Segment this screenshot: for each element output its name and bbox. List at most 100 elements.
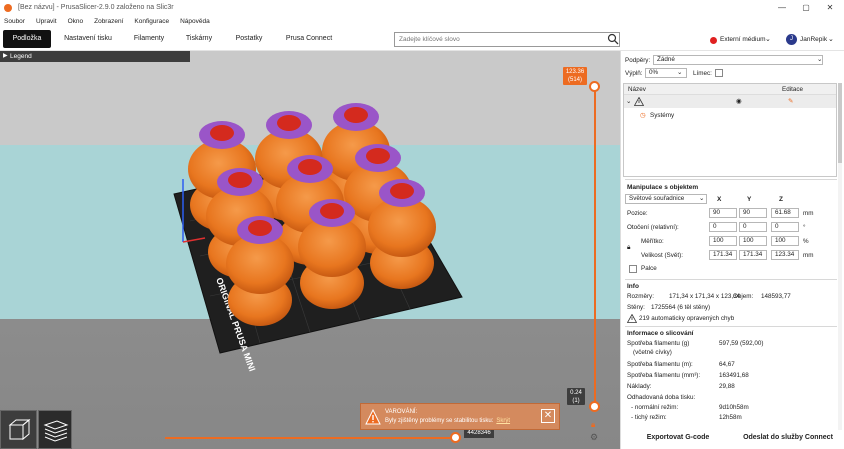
cube-icon xyxy=(8,418,31,441)
tab-bar: Podložka Nastavení tisku Filamenty Tiská… xyxy=(0,27,844,51)
menu-file[interactable]: Soubor xyxy=(4,18,25,25)
menu-help[interactable]: Nápověda xyxy=(180,18,210,25)
info-volume-value: 148593,77 xyxy=(761,293,791,300)
edit-icon[interactable]: ✎ xyxy=(788,97,793,106)
list-item[interactable]: ⌄ ◉ ✎ xyxy=(624,95,836,108)
axis-z-label: Z xyxy=(779,196,783,203)
minimize-button[interactable]: — xyxy=(770,0,794,15)
scale-z-field[interactable]: 100 xyxy=(771,236,799,246)
filament-mm3-value: 163491,68 xyxy=(719,372,749,379)
eye-icon[interactable]: ◉ xyxy=(736,97,742,106)
tab-filaments[interactable]: Filamenty xyxy=(126,30,172,48)
rotation-x-field[interactable]: 0 xyxy=(709,222,737,232)
scale-x-field[interactable]: 100 xyxy=(709,236,737,246)
scale-y-field[interactable]: 100 xyxy=(739,236,767,246)
expand-triangle-icon: ▶ xyxy=(3,53,8,59)
legend-toggle[interactable]: ▶ Legend xyxy=(0,51,190,62)
info-size-value: 171,34 x 171,34 x 123,34 xyxy=(669,293,741,300)
brim-checkbox[interactable] xyxy=(715,69,723,77)
sidebar: Podpěry: Žádné ⌄ Výplň: 0% ⌄ Límec: Náze… xyxy=(620,51,844,449)
filament-g-label: Spotřeba filamentu (g) xyxy=(627,340,690,347)
scale-label: Měřítko: xyxy=(641,238,664,245)
warning-hide-link[interactable]: Skrýt xyxy=(496,418,510,424)
move-slider-handle[interactable] xyxy=(450,432,461,443)
window-title: [Bez názvu] - PrusaSlicer-2.9.0 založeno… xyxy=(18,4,174,11)
silent-mode-label: - tichý režim: xyxy=(631,414,667,421)
column-editing: Editace xyxy=(782,86,804,93)
chevron-down-icon[interactable]: ⌄ xyxy=(677,68,682,77)
gear-icon[interactable]: ⚙ xyxy=(590,432,598,443)
3d-view-button[interactable] xyxy=(0,410,37,449)
layers-icon xyxy=(43,420,69,442)
lock-icon[interactable]: 🔒︎ xyxy=(591,420,595,430)
object-list-header: Název Editace xyxy=(624,84,836,95)
repair-info-text: 219 automaticky opravených chyb xyxy=(639,315,735,322)
supports-select[interactable]: Žádné xyxy=(653,55,823,65)
tab-prusa-connect[interactable]: Prusa Connect xyxy=(280,30,338,48)
coordinates-select[interactable]: Světové souřadnice xyxy=(625,194,707,204)
chevron-down-icon[interactable]: ⌄ xyxy=(699,194,704,203)
rotation-label: Otočení (relativní): xyxy=(627,224,679,231)
lock-icon[interactable]: 🔒︎ xyxy=(627,243,630,252)
rotation-z-field[interactable]: 0 xyxy=(771,222,799,232)
silent-mode-value: 12h58m xyxy=(719,414,742,421)
inches-label: Palce xyxy=(641,265,657,272)
chevron-down-icon[interactable]: ⌄ xyxy=(817,55,822,64)
position-y-field[interactable]: 90 xyxy=(739,208,767,218)
tab-printers[interactable]: Tiskárny xyxy=(178,30,220,48)
3d-viewport[interactable]: ORIGINAL PRUSA MINI ▶ Legend 123.36 (514… xyxy=(0,51,620,449)
cost-value: 29,88 xyxy=(719,383,735,390)
menu-view[interactable]: Zobrazení xyxy=(94,18,123,25)
position-x-field[interactable]: 90 xyxy=(709,208,737,218)
system-item-label: Systémy xyxy=(650,112,675,119)
layer-slider-bottom-handle[interactable] xyxy=(589,401,600,412)
object-list[interactable]: Název Editace ⌄ ◉ ✎ ◷ Systémy xyxy=(623,83,837,177)
close-icon[interactable]: ✕ xyxy=(541,409,555,423)
export-gcode-button[interactable]: Exportovat G-code xyxy=(624,430,732,446)
tab-print-settings[interactable]: Nastavení tisku xyxy=(58,30,118,48)
brim-label: Límec: xyxy=(693,70,712,77)
title-bar: [Bez názvu] - PrusaSlicer-2.9.0 založeno… xyxy=(0,0,844,15)
filament-mm3-label: Spotřeba filamentu (mm³): xyxy=(627,372,701,379)
cost-label: Náklady: xyxy=(627,383,652,390)
normal-mode-label: - normální režim: xyxy=(631,404,679,411)
position-z-field[interactable]: 61.68 xyxy=(771,208,799,218)
filament-m-label: Spotřeba filamentu (m): xyxy=(627,361,693,368)
move-slider-track[interactable] xyxy=(165,437,455,439)
position-unit: mm xyxy=(803,210,814,217)
size-z-field[interactable]: 123.34 xyxy=(771,250,799,260)
normal-mode-value: 9d10h58m xyxy=(719,404,749,411)
axis-x-label: X xyxy=(717,196,722,203)
print-bed-scene: ORIGINAL PRUSA MINI xyxy=(173,103,463,373)
chevron-down-icon[interactable]: ⌄ xyxy=(626,97,631,106)
external-media-label[interactable]: Externí médium xyxy=(720,34,766,46)
slice-info-title: Informace o slicování xyxy=(627,330,694,337)
menu-window[interactable]: Okno xyxy=(68,18,84,25)
size-x-field[interactable]: 171.34 xyxy=(709,250,737,260)
warning-icon xyxy=(365,409,381,425)
close-button[interactable]: ✕ xyxy=(818,0,842,15)
user-name[interactable]: JanRepik xyxy=(800,34,827,46)
menu-edit[interactable]: Upravit xyxy=(36,18,57,25)
tab-postatky[interactable]: Postatky xyxy=(226,30,272,48)
manipulation-title: Manipulace s objektem xyxy=(627,184,699,191)
layer-slider-bottom-value: 0.24 (1) xyxy=(567,388,585,405)
chevron-down-icon[interactable]: ⌄ xyxy=(765,34,771,46)
preview-view-button[interactable] xyxy=(38,410,72,449)
send-to-connect-button[interactable]: Odeslat do služby Connect xyxy=(734,430,842,446)
size-y-field[interactable]: 171.34 xyxy=(739,250,767,260)
menu-configuration[interactable]: Konfigurace xyxy=(134,18,169,25)
search-input[interactable] xyxy=(394,32,620,47)
rotation-y-field[interactable]: 0 xyxy=(739,222,767,232)
layer-slider-top-handle[interactable] xyxy=(589,81,600,92)
maximize-button[interactable]: ▢ xyxy=(794,0,818,15)
chevron-down-icon[interactable]: ⌄ xyxy=(828,34,834,46)
search-icon[interactable] xyxy=(607,33,619,45)
inches-checkbox[interactable] xyxy=(629,265,637,273)
tab-plater[interactable]: Podložka xyxy=(3,30,51,48)
bottom-height: 0.24 xyxy=(570,390,582,396)
avatar[interactable]: J xyxy=(786,34,797,45)
clock-icon: ◷ xyxy=(640,112,646,119)
layer-slider-track[interactable] xyxy=(594,89,596,409)
scrollbar[interactable] xyxy=(838,83,842,433)
